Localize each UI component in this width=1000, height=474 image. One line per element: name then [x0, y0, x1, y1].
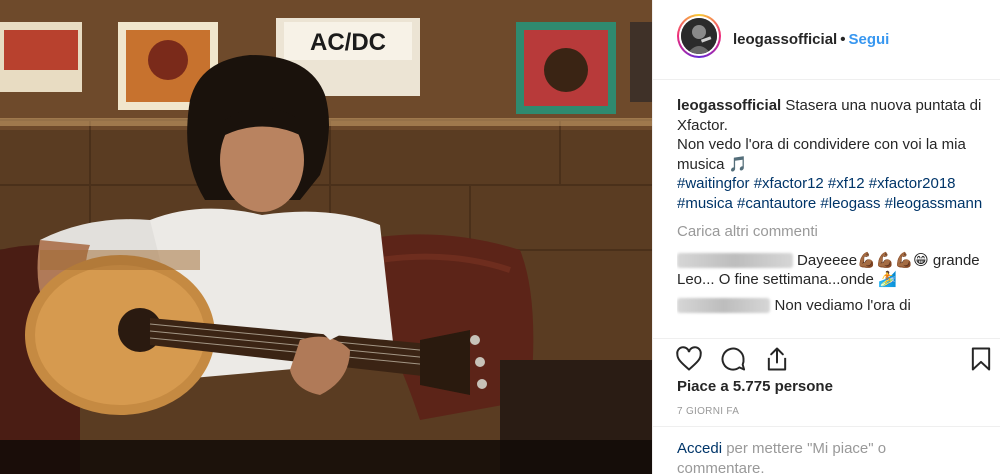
- bookmark-icon[interactable]: [967, 345, 995, 373]
- comment-icon[interactable]: [719, 345, 747, 373]
- caption-username[interactable]: leogassofficial: [677, 97, 781, 114]
- avatar-story-ring[interactable]: [677, 14, 721, 58]
- header-username[interactable]: leogassofficial: [733, 31, 837, 48]
- share-icon[interactable]: [763, 345, 791, 373]
- post-details-panel: leogassofficial • Segui leogassofficial St…: [652, 0, 1000, 474]
- likes-count[interactable]: Piace a 5.775 persone: [677, 378, 833, 395]
- avatar[interactable]: [681, 18, 717, 54]
- caption: leogassofficial Stasera una nuova puntat…: [677, 96, 987, 213]
- post-photo[interactable]: AC/DC: [0, 0, 652, 474]
- comment-text: Non vediamo l'ora di: [774, 296, 911, 314]
- music-note-icon: 🎵: [728, 155, 748, 173]
- load-more-comments-button[interactable]: Carica altri commenti: [677, 222, 987, 242]
- header-separator: •: [840, 31, 846, 48]
- login-link[interactable]: Accedi: [677, 440, 722, 457]
- caption-hashtags[interactable]: #waitingfor #xfactor12 #xf12 #xfactor201…: [677, 175, 982, 212]
- profile-photo-icon: [681, 18, 717, 54]
- comments-section: leogassofficial Stasera una nuova puntat…: [677, 96, 987, 336]
- caption-text-line2: Non vedo l'ora di condividere con voi la…: [677, 136, 966, 173]
- comment-username[interactable]: crissettifrancesca: [677, 252, 793, 268]
- follow-button[interactable]: Segui: [848, 31, 889, 48]
- poster-acdc-text: AC/DC: [310, 29, 386, 56]
- post-photo-image: AC/DC: [0, 0, 652, 474]
- post-header: leogassofficial • Segui: [653, 0, 1000, 80]
- comment-item: cecilialacomia Non vediamo l'ora di: [677, 296, 987, 316]
- comment-item: crissettifrancesca Dayeeee💪🏾💪🏾💪🏾😁 grande…: [677, 251, 987, 290]
- post-timestamp[interactable]: 7 GIORNI FA: [677, 406, 739, 417]
- comment-username[interactable]: cecilialacomia: [677, 297, 771, 313]
- login-prompt: Accedi per mettere "Mi piace" o commenta…: [653, 426, 1000, 474]
- heart-icon[interactable]: [675, 345, 703, 373]
- action-bar: [653, 338, 1000, 378]
